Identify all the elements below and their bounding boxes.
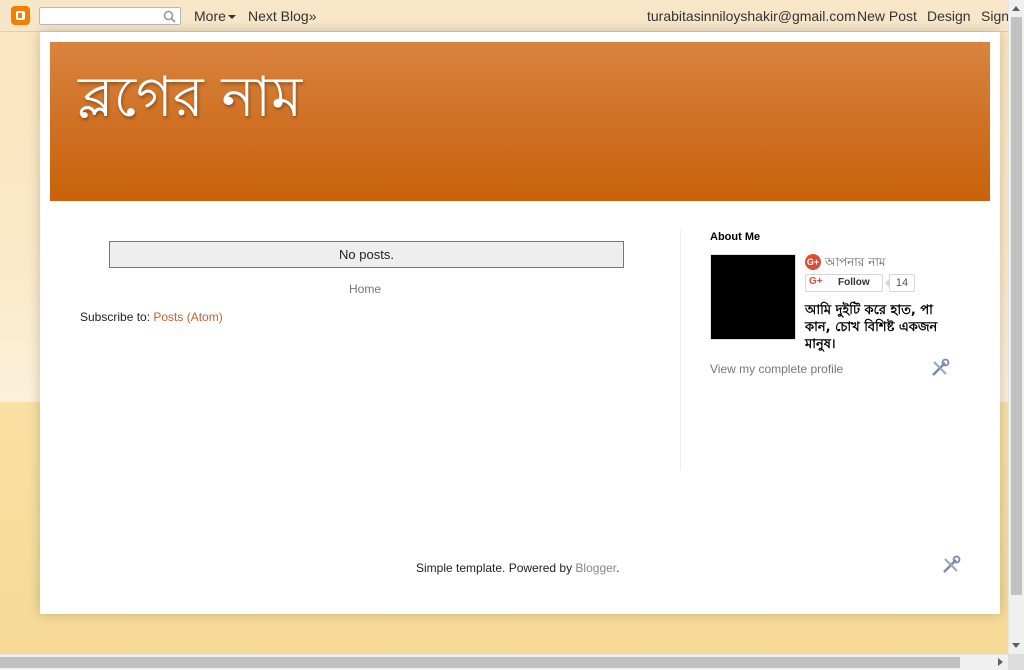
posts-atom-link[interactable]: Posts (Atom) [153, 310, 222, 324]
blogger-logo-icon[interactable] [11, 6, 30, 25]
follow-label: Follow [838, 277, 870, 288]
scrollbar-corner [1008, 654, 1024, 670]
follower-count: 14 [885, 274, 915, 292]
search-box [39, 7, 181, 27]
more-label: More [194, 8, 226, 24]
vertical-scroll-thumb[interactable] [1011, 17, 1022, 595]
blog-header: ব্লগের নাম [50, 42, 990, 201]
new-post-link[interactable]: New Post [857, 8, 917, 24]
vertical-scrollbar[interactable] [1008, 0, 1024, 654]
footer-suffix: . [616, 561, 620, 575]
scroll-down-icon[interactable] [1012, 643, 1020, 648]
search-icon[interactable] [163, 10, 176, 23]
about-description: আমি দুইটি করে হাত, পা কান, চোখ বিশিষ্ট এ… [805, 303, 938, 352]
next-blog-link[interactable]: Next Blog» [248, 8, 316, 24]
footer-prefix: Simple template. Powered by [416, 561, 576, 575]
google-plus-icon: G+ [805, 254, 821, 270]
edit-footer-icon[interactable] [941, 555, 961, 575]
scroll-up-icon[interactable] [1012, 6, 1020, 11]
footer-attribution: Simple template. Powered by Blogger. [416, 561, 619, 575]
profile-image[interactable] [710, 254, 796, 340]
about-me-title: About Me [710, 231, 761, 243]
sign-out-link[interactable]: Sign [981, 8, 1009, 24]
home-link[interactable]: Home [349, 282, 381, 296]
design-link[interactable]: Design [927, 8, 971, 24]
blog-title[interactable]: ব্লগের নাম [78, 70, 302, 126]
horizontal-scroll-thumb[interactable] [0, 657, 960, 668]
search-input[interactable] [44, 11, 163, 27]
blogger-link[interactable]: Blogger [575, 561, 616, 575]
column-divider [680, 230, 681, 470]
more-menu[interactable]: More [194, 8, 236, 24]
subscribe-label: Subscribe to: [80, 310, 154, 324]
no-posts-message: No posts. [109, 241, 624, 268]
page-container: ব্লগের নাম No posts. Home Subscribe to: … [40, 32, 1000, 614]
view-profile-link[interactable]: View my complete profile [710, 362, 843, 376]
horizontal-scrollbar[interactable] [0, 654, 1008, 670]
follow-button[interactable]: G+ Follow [805, 274, 883, 292]
scroll-right-icon[interactable] [998, 658, 1003, 666]
user-email[interactable]: turabitasinniloyshakir@gmail.com [647, 8, 856, 24]
blogger-navbar: More Next Blog» turabitasinniloyshakir@g… [0, 0, 1009, 32]
subscribe-line: Subscribe to: Posts (Atom) [80, 310, 223, 324]
caret-down-icon [227, 15, 236, 20]
edit-widget-icon[interactable] [930, 358, 950, 378]
google-plus-icon: G+ [809, 276, 823, 287]
profile-name-link[interactable]: আপনার নাম [825, 254, 886, 274]
